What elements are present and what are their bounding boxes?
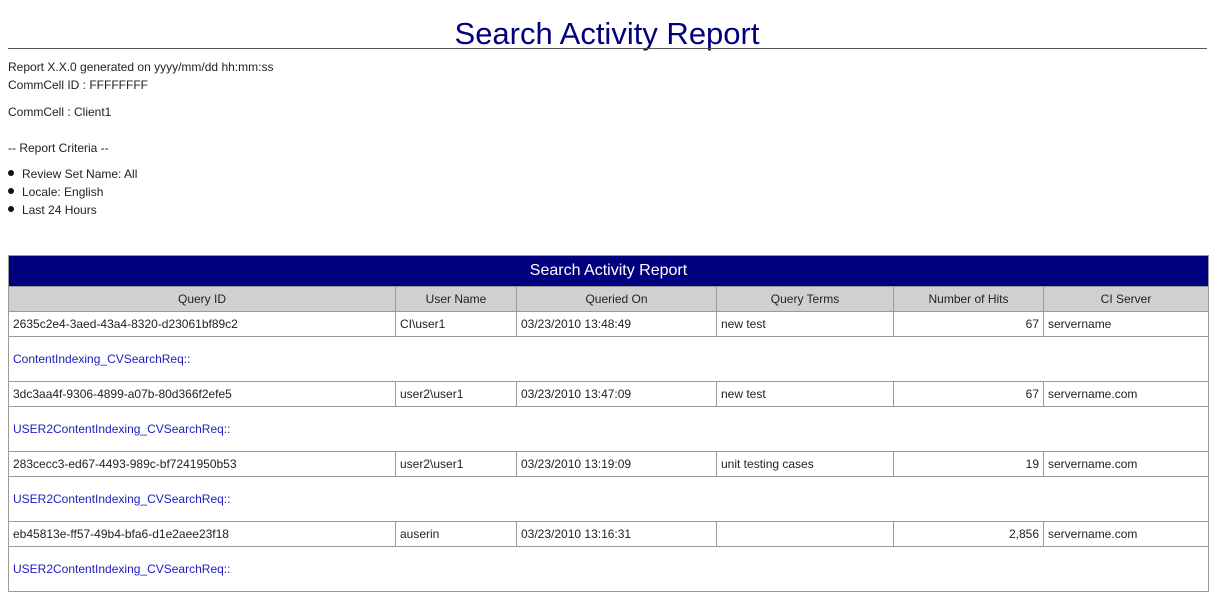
column-header-queried-on: Queried On — [516, 286, 717, 312]
bullet-icon — [8, 170, 14, 176]
commcell-id-text: CommCell ID : FFFFFFFF — [8, 78, 148, 92]
request-cell: USER2ContentIndexing_CVSearchReq:: — [8, 476, 1209, 522]
query-terms-cell: new test — [716, 311, 894, 337]
user-name-cell: user2\user1 — [395, 451, 517, 477]
bullet-icon — [8, 188, 14, 194]
column-header-ci-server: CI Server — [1043, 286, 1209, 312]
queried-on-cell: 03/23/2010 13:16:31 — [516, 521, 717, 547]
criteria-item: Last 24 Hours — [8, 203, 137, 221]
ci-server-cell: servername.com — [1043, 451, 1209, 477]
request-row: USER2ContentIndexing_CVSearchReq:: — [8, 406, 1209, 452]
hits-cell: 67 — [893, 311, 1044, 337]
request-row: USER2ContentIndexing_CVSearchReq:: — [8, 546, 1209, 592]
table-row: 283cecc3-ed67-4493-989c-bf7241950b53 use… — [8, 451, 1209, 477]
request-cell: USER2ContentIndexing_CVSearchReq:: — [8, 406, 1209, 452]
title-divider — [8, 48, 1207, 49]
table-row: 2635c2e4-3aed-43a4-8320-d23061bf89c2 CI\… — [8, 311, 1209, 337]
bullet-icon — [8, 206, 14, 212]
request-cell: ContentIndexing_CVSearchReq:: — [8, 336, 1209, 382]
criteria-list: Review Set Name: All Locale: English Las… — [8, 167, 137, 221]
commcell-text: CommCell : Client1 — [8, 105, 112, 119]
column-header-user-name: User Name — [395, 286, 517, 312]
request-row: USER2ContentIndexing_CVSearchReq:: — [8, 476, 1209, 522]
user-name-cell: CI\user1 — [395, 311, 517, 337]
report-criteria-heading: -- Report Criteria -- — [8, 141, 109, 155]
criteria-text: Review Set Name: All — [22, 167, 138, 181]
queried-on-cell: 03/23/2010 13:48:49 — [516, 311, 717, 337]
search-request-link[interactable]: USER2ContentIndexing_CVSearchReq:: — [13, 492, 230, 506]
user-name-cell: auserin — [395, 521, 517, 547]
ci-server-cell: servername.com — [1043, 381, 1209, 407]
criteria-item: Locale: English — [8, 185, 137, 203]
query-id-cell: 2635c2e4-3aed-43a4-8320-d23061bf89c2 — [8, 311, 396, 337]
ci-server-cell: servername.com — [1043, 521, 1209, 547]
column-header-query-id: Query ID — [8, 286, 396, 312]
query-id-cell: eb45813e-ff57-49b4-bfa6-d1e2aee23f18 — [8, 521, 396, 547]
table-caption: Search Activity Report — [8, 255, 1209, 287]
table-header-row: Query ID User Name Queried On Query Term… — [8, 286, 1209, 312]
generated-text: Report X.X.0 generated on yyyy/mm/dd hh:… — [8, 60, 274, 74]
column-header-number-of-hits: Number of Hits — [893, 286, 1044, 312]
table-row: eb45813e-ff57-49b4-bfa6-d1e2aee23f18 aus… — [8, 521, 1209, 547]
search-activity-table: Search Activity Report Query ID User Nam… — [8, 255, 1209, 592]
hits-cell: 2,856 — [893, 521, 1044, 547]
hits-cell: 67 — [893, 381, 1044, 407]
search-request-link[interactable]: ContentIndexing_CVSearchReq:: — [13, 352, 190, 366]
criteria-text: Locale: English — [22, 185, 104, 199]
query-id-cell: 283cecc3-ed67-4493-989c-bf7241950b53 — [8, 451, 396, 477]
query-id-cell: 3dc3aa4f-9306-4899-a07b-80d366f2efe5 — [8, 381, 396, 407]
query-terms-cell: unit testing cases — [716, 451, 894, 477]
search-request-link[interactable]: USER2ContentIndexing_CVSearchReq:: — [13, 562, 230, 576]
query-terms-cell: new test — [716, 381, 894, 407]
request-row: ContentIndexing_CVSearchReq:: — [8, 336, 1209, 382]
table-row: 3dc3aa4f-9306-4899-a07b-80d366f2efe5 use… — [8, 381, 1209, 407]
hits-cell: 19 — [893, 451, 1044, 477]
query-terms-cell — [716, 521, 894, 547]
request-cell: USER2ContentIndexing_CVSearchReq:: — [8, 546, 1209, 592]
criteria-text: Last 24 Hours — [22, 203, 97, 217]
user-name-cell: user2\user1 — [395, 381, 517, 407]
criteria-item: Review Set Name: All — [8, 167, 137, 185]
ci-server-cell: servername — [1043, 311, 1209, 337]
queried-on-cell: 03/23/2010 13:19:09 — [516, 451, 717, 477]
queried-on-cell: 03/23/2010 13:47:09 — [516, 381, 717, 407]
search-request-link[interactable]: USER2ContentIndexing_CVSearchReq:: — [13, 422, 230, 436]
column-header-query-terms: Query Terms — [716, 286, 894, 312]
